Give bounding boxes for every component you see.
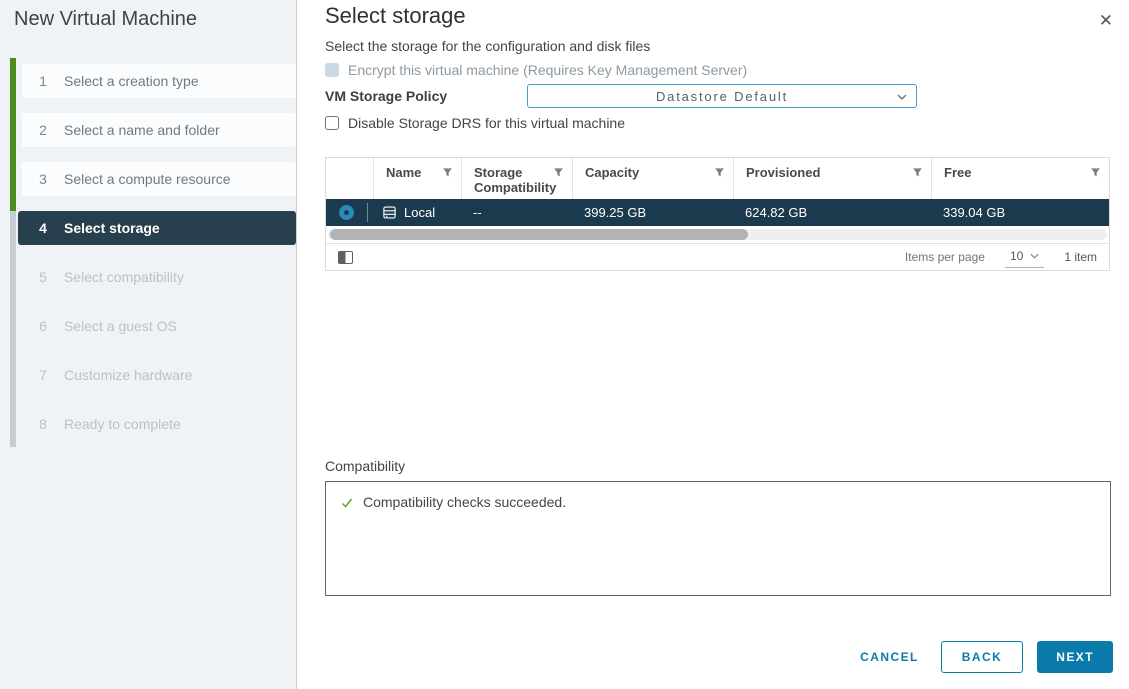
wizard-step-4-active[interactable]: 4 Select storage — [18, 211, 296, 245]
step-number: 2 — [36, 122, 50, 138]
step-number: 6 — [36, 318, 50, 334]
wizard-step-1[interactable]: 1 Select a creation type — [22, 64, 296, 98]
step-number: 1 — [36, 73, 50, 89]
vm-storage-policy-value: Datastore Default — [656, 89, 788, 104]
filter-icon[interactable] — [442, 167, 453, 178]
compatibility-panel: Compatibility checks succeeded. — [325, 481, 1111, 596]
compatibility-section: Compatibility Compatibility checks succe… — [325, 458, 1111, 596]
column-selector-icon[interactable] — [338, 251, 353, 264]
step-number: 4 — [36, 220, 50, 236]
horizontal-scrollbar[interactable] — [326, 226, 1109, 243]
wizard-title: New Virtual Machine — [14, 8, 296, 31]
table-header: Name Storage Compatibility Capacity Prov… — [326, 158, 1109, 199]
wizard-step-7: 7 Customize hardware — [22, 358, 296, 392]
success-check-icon — [340, 496, 354, 510]
column-header-provisioned[interactable]: Provisioned — [733, 158, 931, 199]
disable-drs-checkbox[interactable] — [325, 116, 339, 130]
cell-provisioned: 624.82 GB — [733, 205, 931, 220]
step-number: 7 — [36, 367, 50, 383]
step-number: 5 — [36, 269, 50, 285]
column-header-capacity[interactable]: Capacity — [572, 158, 733, 199]
disable-drs-label: Disable Storage DRS for this virtual mac… — [348, 115, 625, 131]
page-subtitle: Select the storage for the configuration… — [325, 38, 1129, 54]
select-storage-panel: ✕ Select storage Select the storage for … — [297, 0, 1129, 689]
items-count: 1 item — [1064, 250, 1097, 264]
step-label: Select compatibility — [64, 269, 184, 285]
cancel-button[interactable]: CANCEL — [852, 642, 927, 672]
encrypt-label: Encrypt this virtual machine (Requires K… — [348, 62, 747, 78]
scrollbar-track[interactable] — [328, 229, 1107, 240]
compatibility-label: Compatibility — [325, 458, 1111, 474]
filter-icon[interactable] — [714, 167, 725, 178]
vm-storage-policy-label: VM Storage Policy — [325, 88, 527, 104]
column-header-storage-compatibility[interactable]: Storage Compatibility — [461, 158, 572, 199]
radio-column-header — [326, 158, 373, 199]
next-button[interactable]: NEXT — [1037, 641, 1113, 673]
step-label: Select storage — [64, 220, 160, 236]
datastore-row-selected[interactable]: Local -- 399.25 GB 624.82 GB 339.04 GB — [326, 199, 1109, 226]
wizard-step-3[interactable]: 3 Select a compute resource — [22, 162, 296, 196]
items-per-page-select[interactable]: 10 — [1005, 247, 1044, 268]
wizard-step-2[interactable]: 2 Select a name and folder — [22, 113, 296, 147]
step-label: Select a compute resource — [64, 171, 231, 187]
column-header-free[interactable]: Free — [931, 158, 1109, 199]
step-number: 8 — [36, 416, 50, 432]
column-header-name[interactable]: Name — [373, 158, 461, 199]
new-vm-wizard-dialog: New Virtual Machine 1 Select a creation … — [0, 0, 1129, 689]
datastore-icon — [382, 205, 397, 220]
cell-free: 339.04 GB — [931, 205, 1109, 220]
encrypt-checkbox — [325, 63, 339, 77]
cell-capacity: 399.25 GB — [572, 205, 733, 220]
step-label: Select a name and folder — [64, 122, 220, 138]
chevron-down-icon — [1030, 253, 1039, 259]
cell-storage-compatibility: -- — [461, 205, 572, 220]
vm-storage-policy-select[interactable]: Datastore Default — [527, 84, 917, 108]
step-label: Select a creation type — [64, 73, 199, 89]
wizard-step-8: 8 Ready to complete — [22, 407, 296, 441]
step-label: Customize hardware — [64, 367, 192, 383]
page-title: Select storage — [325, 4, 1129, 28]
filter-icon[interactable] — [912, 167, 923, 178]
wizard-steps: 1 Select a creation type 2 Select a name… — [0, 64, 296, 456]
table-footer: Items per page 10 1 item — [326, 243, 1109, 270]
datastore-table: Name Storage Compatibility Capacity Prov… — [325, 157, 1110, 271]
datastore-name: Local — [404, 205, 435, 220]
wizard-step-5: 5 Select compatibility — [22, 260, 296, 294]
filter-icon[interactable] — [553, 167, 564, 178]
back-button[interactable]: BACK — [941, 641, 1023, 673]
wizard-sidebar: New Virtual Machine 1 Select a creation … — [0, 0, 297, 689]
filter-icon[interactable] — [1090, 167, 1101, 178]
step-label: Ready to complete — [64, 416, 181, 432]
scrollbar-thumb[interactable] — [330, 229, 748, 240]
step-number: 3 — [36, 171, 50, 187]
close-icon[interactable]: ✕ — [1093, 8, 1119, 33]
compatibility-message: Compatibility checks succeeded. — [363, 494, 566, 510]
items-per-page-label: Items per page — [905, 250, 985, 264]
wizard-step-6: 6 Select a guest OS — [22, 309, 296, 343]
step-label: Select a guest OS — [64, 318, 177, 334]
wizard-actions: CANCEL BACK NEXT — [852, 641, 1113, 673]
radio-selected-icon[interactable] — [339, 205, 354, 220]
chevron-down-icon — [897, 94, 907, 100]
